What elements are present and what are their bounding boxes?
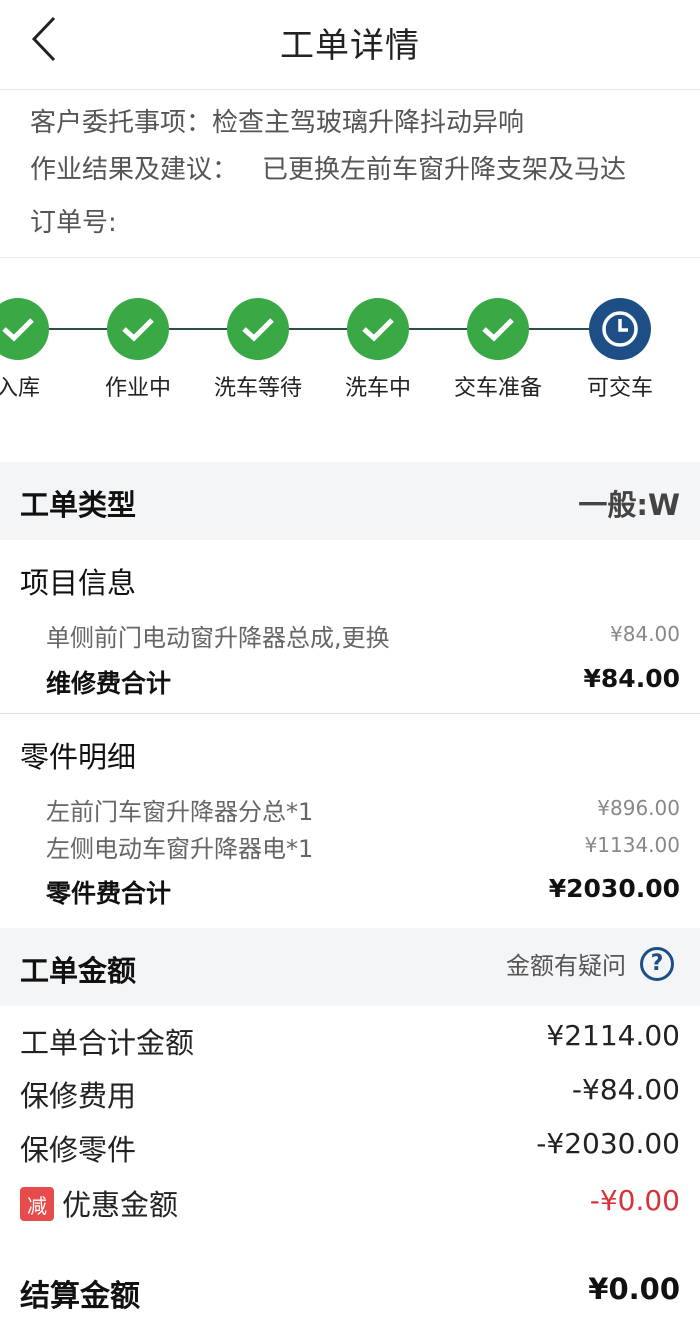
result-label: 作业结果及建议： xyxy=(30,155,239,185)
step-label: 洗车中 xyxy=(344,376,411,401)
discount-row: 减优惠金额 xyxy=(20,1182,178,1224)
warranty-fee-label: 保修费用 xyxy=(20,1079,137,1113)
settlement-value: ¥0.00 xyxy=(588,1272,680,1306)
progress-steps: 入库 作业中 洗车等待 洗车中 交车准备 可交车 xyxy=(0,262,700,460)
check-icon xyxy=(107,298,169,360)
divider xyxy=(0,713,700,714)
clock-icon xyxy=(589,298,651,360)
check-icon xyxy=(0,298,49,360)
discount-value: -¥0.00 xyxy=(589,1184,680,1217)
total-amount-value: ¥2114.00 xyxy=(546,1019,680,1052)
page-title: 工单详情 xyxy=(280,26,420,66)
order-type-bar: 工单类型 一般:W xyxy=(0,462,700,540)
total-amount-label: 工单合计金额 xyxy=(20,1026,195,1060)
order-number-label: 订单号: xyxy=(30,208,117,238)
part-item-name: 左前门车窗升降器分总*1 xyxy=(46,798,314,826)
order-type-value: 一般:W xyxy=(578,488,680,522)
entrust-row: 客户委托事项：检查主驾玻璃升降抖动异响 xyxy=(30,102,524,139)
settlement-label: 结算金额 xyxy=(20,1279,140,1314)
step-item: 洗车中 xyxy=(313,298,443,402)
step-label: 可交车 xyxy=(586,376,653,401)
parts-subtotal-value: ¥2030.00 xyxy=(548,874,680,903)
step-item-current: 可交车 xyxy=(555,298,685,402)
parts-detail-title: 零件明细 xyxy=(20,740,137,774)
part-item-name: 左侧电动车窗升降器电*1 xyxy=(46,835,314,863)
warranty-parts-label: 保修零件 xyxy=(20,1133,137,1167)
parts-subtotal-label: 零件费合计 xyxy=(46,879,172,908)
step-item: 作业中 xyxy=(73,298,203,402)
step-item: 交车准备 xyxy=(433,298,563,402)
result-value: 已更换左前车窗升降支架及马达 xyxy=(262,155,627,185)
step-item: 入库 xyxy=(0,298,83,402)
check-icon xyxy=(467,298,529,360)
order-number-row: 订单号: xyxy=(30,202,117,239)
step-label: 作业中 xyxy=(104,376,171,401)
part-item-price: ¥1134.00 xyxy=(584,833,680,857)
step-label: 洗车等待 xyxy=(213,376,302,401)
order-info-section: 客户委托事项：检查主驾玻璃升降抖动异响 作业结果及建议： 已更换左前车窗升降支架及… xyxy=(0,92,700,258)
entrust-label: 客户委托事项： xyxy=(30,108,213,138)
part-item-price: ¥896.00 xyxy=(597,796,680,820)
discount-badge-icon: 减 xyxy=(20,1187,54,1221)
order-type-label: 工单类型 xyxy=(20,488,137,522)
entrust-value: 检查主驾玻璃升降抖动异响 xyxy=(212,108,525,138)
project-info-title: 项目信息 xyxy=(20,566,137,600)
warranty-parts-value: -¥2030.00 xyxy=(536,1127,680,1160)
amount-doubt-button[interactable]: 金额有疑问 ? xyxy=(506,946,674,981)
result-row: 作业结果及建议： 已更换左前车窗升降支架及马达 xyxy=(30,149,626,186)
warranty-fee-value: -¥84.00 xyxy=(571,1073,680,1106)
discount-label: 优惠金额 xyxy=(62,1188,179,1222)
step-label: 入库 xyxy=(0,376,40,401)
check-icon xyxy=(347,298,409,360)
step-label: 交车准备 xyxy=(453,376,542,401)
check-icon xyxy=(227,298,289,360)
step-item: 洗车等待 xyxy=(193,298,323,402)
top-nav-bar: 工单详情 xyxy=(0,0,700,90)
project-item-name: 单侧前门电动窗升降器总成,更换 xyxy=(46,624,390,652)
repair-subtotal-value: ¥84.00 xyxy=(583,664,680,693)
order-amount-title: 工单金额 xyxy=(20,954,137,988)
question-icon: ? xyxy=(640,946,674,981)
project-item-price: ¥84.00 xyxy=(610,622,680,646)
repair-subtotal-label: 维修费合计 xyxy=(46,669,172,698)
amount-doubt-label: 金额有疑问 xyxy=(506,952,626,980)
